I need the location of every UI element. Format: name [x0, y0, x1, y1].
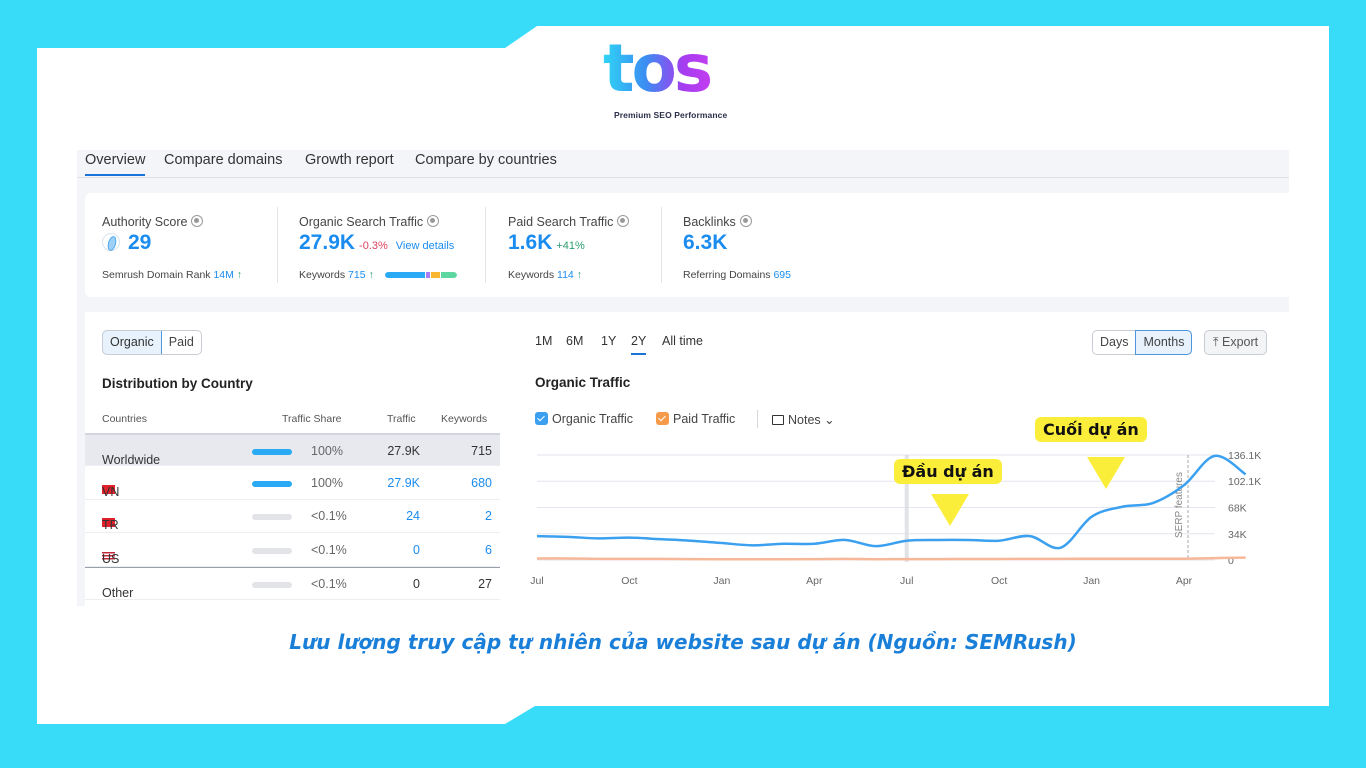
x-tick-label: Jan: [1083, 575, 1100, 587]
serp-features-label: SERP features: [1174, 472, 1185, 538]
project-end-callout: Cuối dự án: [1035, 417, 1147, 442]
x-tick-label: Apr: [806, 575, 823, 587]
x-tick-label: Oct: [991, 575, 1007, 587]
image-caption: Lưu lượng truy cập tự nhiên của website …: [289, 630, 1077, 654]
paid-traffic-line: [536, 556, 1246, 561]
project-start-pointer: [931, 494, 969, 526]
x-tick-label: Jul: [530, 575, 543, 587]
y-tick-label: 136.1K: [1228, 450, 1261, 462]
x-tick-label: Jan: [713, 575, 730, 587]
y-tick-label: 34K: [1228, 529, 1247, 541]
y-tick-label: 68K: [1228, 503, 1247, 515]
y-tick-label: 102.1K: [1228, 476, 1261, 488]
x-tick-label: Jul: [900, 575, 913, 587]
x-tick-label: Oct: [621, 575, 637, 587]
organic-traffic-line: [536, 454, 1247, 550]
project-end-pointer: [1087, 457, 1125, 489]
x-tick-label: Apr: [1176, 575, 1193, 587]
project-start-callout: Đầu dự án: [894, 459, 1002, 484]
